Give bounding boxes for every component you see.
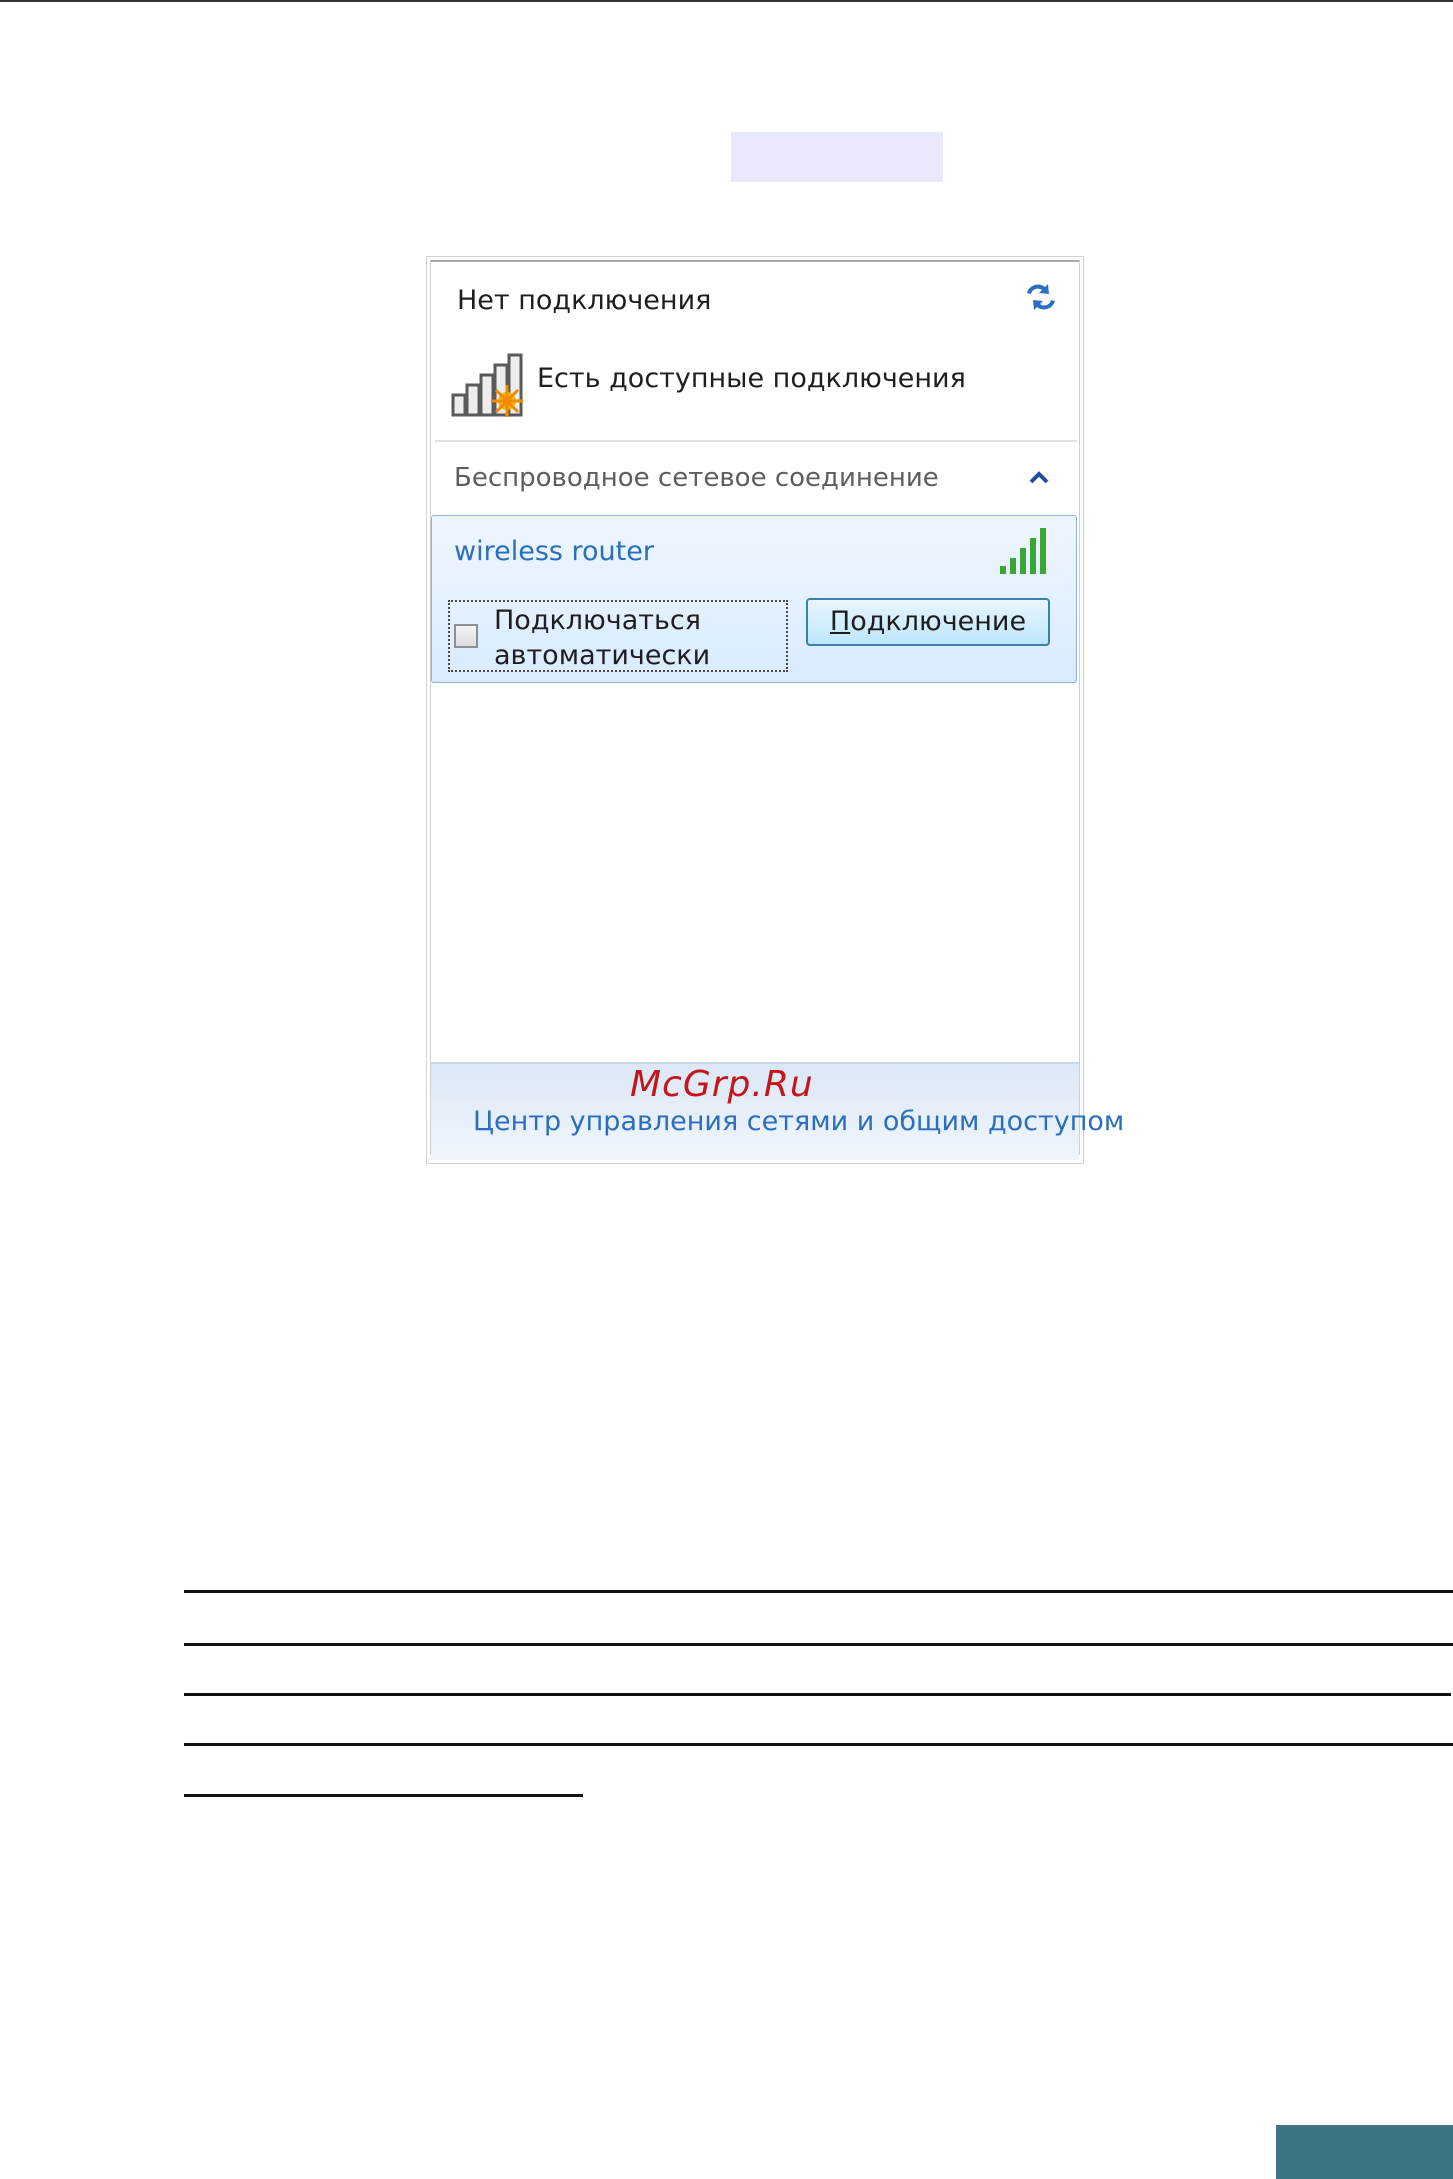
signal-warning-icon — [451, 353, 523, 417]
available-connections-label: Есть доступные подключения — [537, 363, 966, 394]
text-line-5 — [184, 1794, 583, 1797]
chevron-up-icon[interactable] — [1026, 465, 1052, 491]
connect-button-label: одключение — [850, 606, 1027, 637]
panel-right-border — [1079, 260, 1080, 1155]
panel-left-border — [430, 260, 431, 1155]
wireless-section-title: Беспроводное сетевое соединение — [454, 463, 939, 493]
text-line-1 — [184, 1590, 1453, 1593]
text-line-3 — [184, 1693, 1451, 1696]
connect-button[interactable]: Подключение — [806, 598, 1050, 646]
network-center-link[interactable]: Центр управления сетями и общим доступом — [473, 1106, 1124, 1137]
signal-strength-icon — [1000, 528, 1046, 574]
network-name: wireless router — [454, 536, 654, 567]
connect-button-mnemonic: П — [829, 606, 851, 637]
text-line-4 — [184, 1743, 1453, 1746]
text-line-2 — [184, 1643, 1453, 1646]
auto-connect-checkbox[interactable] — [454, 624, 478, 648]
network-list-item[interactable]: wireless router Подключаться автоматичес… — [431, 515, 1077, 683]
page-top-rule — [0, 0, 1453, 2]
text-highlight-block — [731, 132, 943, 182]
watermark: McGrp.Ru — [630, 1064, 814, 1105]
auto-connect-label: Подключаться автоматически — [494, 605, 711, 671]
refresh-icon[interactable] — [1021, 277, 1061, 317]
connection-status-title: Нет подключения — [457, 285, 712, 316]
panel-top-border — [430, 260, 1080, 262]
page-corner-block — [1276, 2125, 1453, 2179]
auto-connect-option[interactable]: Подключаться автоматически — [448, 600, 788, 672]
network-flyout-panel: Нет подключения Есть доступные подключен… — [426, 256, 1124, 1164]
section-divider — [435, 440, 1077, 442]
